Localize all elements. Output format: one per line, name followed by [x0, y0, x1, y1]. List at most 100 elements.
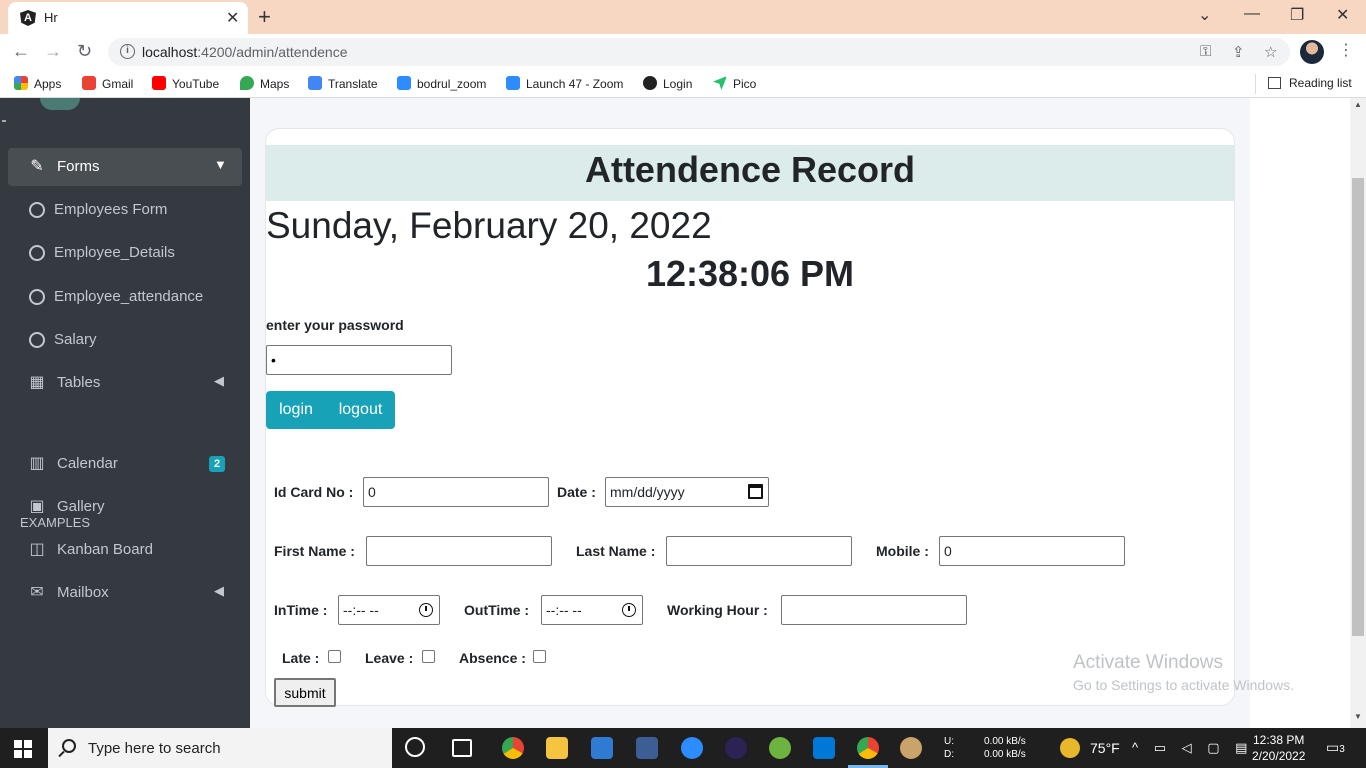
address-bar[interactable]: i localhost:4200/admin/attendence ⚿ ⇪ ☆ — [108, 38, 1290, 66]
new-tab-icon[interactable]: + — [258, 4, 271, 30]
envelope-icon: ✉ — [30, 584, 44, 601]
bookmark-label: Apps — [34, 77, 62, 91]
browser-menu-icon[interactable]: ⋮ — [1338, 40, 1354, 60]
url-text[interactable]: localhost:4200/admin/attendence — [142, 44, 348, 60]
system-tray-icons[interactable]: ^ ▭ ◁ ▢ ▤ — [1132, 740, 1253, 756]
leave-checkbox[interactable] — [422, 650, 435, 663]
browser-tab[interactable]: A Hr ✕ — [8, 2, 248, 34]
reading-list-label: Reading list — [1289, 76, 1352, 90]
tab-search-icon[interactable]: ⌄ — [1198, 5, 1211, 25]
sidebar-item-label: Kanban Board — [57, 541, 153, 558]
id-card-input[interactable]: 0 — [363, 477, 549, 507]
clock-icon[interactable] — [419, 603, 433, 617]
spring-icon[interactable] — [769, 737, 791, 759]
intime-label: InTime : — [274, 602, 328, 618]
sidebar-item-forms[interactable]: ✎ Forms ▼ — [8, 148, 242, 186]
notification-count: 3 — [1339, 744, 1345, 755]
restore-icon[interactable]: ❐ — [1290, 5, 1304, 25]
sidebar-item-employee-attendance[interactable]: Employee_attendance — [8, 278, 242, 316]
store-icon[interactable] — [591, 737, 613, 759]
first-name-input[interactable] — [366, 536, 552, 566]
search-icon — [62, 739, 76, 753]
clock-icon[interactable] — [622, 603, 636, 617]
back-icon[interactable]: ← — [12, 41, 30, 62]
activate-windows-title: Activate Windows — [1073, 652, 1223, 673]
outtime-value: --:-- -- — [546, 602, 582, 618]
mobile-label: Mobile : — [876, 543, 929, 559]
sidebar-item-salary[interactable]: Salary — [8, 321, 242, 359]
eclipse-icon[interactable] — [725, 737, 747, 759]
mobile-input[interactable]: 0 — [939, 536, 1125, 566]
temperature[interactable]: 75°F — [1090, 740, 1120, 756]
close-tab-icon[interactable]: ✕ — [226, 8, 239, 28]
chrome-icon[interactable] — [502, 737, 524, 759]
bookmark-label: bodrul_zoom — [417, 77, 487, 91]
reading-list-icon — [1268, 77, 1281, 89]
sidebar-item-gallery[interactable]: ▣ Gallery — [8, 488, 242, 526]
bookmarks-bar: Apps Gmail YouTube Maps Translate bodrul… — [0, 70, 1366, 98]
download-label: D: — [944, 749, 954, 760]
paint-icon[interactable] — [900, 737, 922, 759]
image-icon: ▣ — [29, 498, 45, 515]
login-button[interactable]: login — [266, 391, 326, 429]
forward-icon[interactable]: → — [44, 41, 62, 62]
taskbar-search-box[interactable]: Type here to search — [48, 728, 392, 768]
bookmark-apps[interactable]: Apps — [14, 76, 61, 91]
sidebar-item-kanban-board[interactable]: ◫ Kanban Board — [8, 531, 242, 569]
bookmark-pico[interactable]: Pico — [713, 76, 756, 91]
taskbar-clock[interactable]: 12:38 PM 2/20/2022 — [1252, 732, 1305, 764]
bookmark-translate[interactable]: Translate — [308, 76, 378, 91]
sidebar-item-mailbox[interactable]: ✉ Mailbox ◀ — [8, 574, 242, 612]
tab-title: Hr — [44, 10, 58, 25]
file-explorer-icon[interactable] — [546, 737, 568, 759]
intime-input[interactable]: --:-- -- — [338, 595, 440, 625]
weather-icon[interactable] — [1060, 738, 1080, 758]
scroll-up-icon[interactable]: ▲ — [1350, 100, 1366, 109]
vscode-icon[interactable] — [813, 737, 835, 759]
site-info-icon[interactable]: i — [120, 44, 135, 59]
circle-icon — [29, 202, 45, 218]
working-hour-input[interactable] — [781, 595, 967, 625]
calendar-count-badge: 2 — [209, 456, 225, 472]
bookmark-gmail[interactable]: Gmail — [82, 76, 133, 91]
cortana-icon[interactable] — [405, 737, 425, 757]
late-label: Late : — [282, 650, 320, 666]
angular-favicon-icon: A — [20, 10, 36, 26]
sidebar-item-employee-details[interactable]: Employee_Details — [8, 234, 242, 272]
bookmark-bodrul-zoom[interactable]: bodrul_zoom — [397, 76, 486, 91]
key-icon[interactable]: ⚿ — [1200, 43, 1211, 60]
scrollbar-thumb[interactable] — [1352, 178, 1364, 636]
password-input[interactable] — [266, 345, 452, 375]
reading-list-button[interactable]: Reading list — [1268, 76, 1352, 90]
windows-start-icon[interactable] — [14, 740, 32, 758]
late-checkbox[interactable] — [328, 650, 341, 663]
bookmark-maps[interactable]: Maps — [240, 76, 289, 91]
calendar-picker-icon[interactable] — [748, 484, 763, 499]
date-input[interactable]: mm/dd/yyyy — [605, 477, 769, 507]
submit-button[interactable]: submit — [274, 678, 336, 707]
chrome-profile-icon[interactable] — [857, 737, 879, 759]
bookmark-youtube[interactable]: YouTube — [152, 76, 219, 91]
absence-checkbox[interactable] — [533, 650, 546, 663]
scroll-down-icon[interactable]: ▼ — [1350, 712, 1366, 721]
sidebar-item-tables[interactable]: ▦ Tables ◀ — [8, 364, 242, 402]
zoom-icon[interactable] — [681, 737, 703, 759]
close-window-icon[interactable]: ✕ — [1336, 5, 1349, 25]
share-icon[interactable]: ⇪ — [1232, 43, 1245, 61]
sidebar-item-calendar[interactable]: ▥ Calendar 2 — [8, 445, 242, 483]
network-labels: U: D: — [944, 735, 954, 761]
bookmark-star-icon[interactable]: ☆ — [1264, 43, 1277, 61]
notification-center[interactable]: ▭3 — [1326, 739, 1345, 756]
minimize-icon[interactable]: — — [1244, 5, 1260, 23]
last-name-input[interactable] — [666, 536, 852, 566]
sidebar-item-employees-form[interactable]: Employees Form — [8, 191, 242, 229]
task-view-icon[interactable] — [452, 739, 472, 757]
reload-icon[interactable]: ↻ — [77, 41, 92, 62]
bookmark-login[interactable]: Login — [643, 76, 692, 91]
outtime-input[interactable]: --:-- -- — [541, 595, 643, 625]
bookmark-launch-zoom[interactable]: Launch 47 - Zoom — [506, 76, 623, 91]
app-icon[interactable] — [636, 737, 658, 759]
page-scrollbar[interactable]: ▲ ▼ — [1350, 98, 1366, 728]
logout-button[interactable]: logout — [326, 391, 395, 429]
profile-avatar[interactable] — [1300, 40, 1324, 64]
